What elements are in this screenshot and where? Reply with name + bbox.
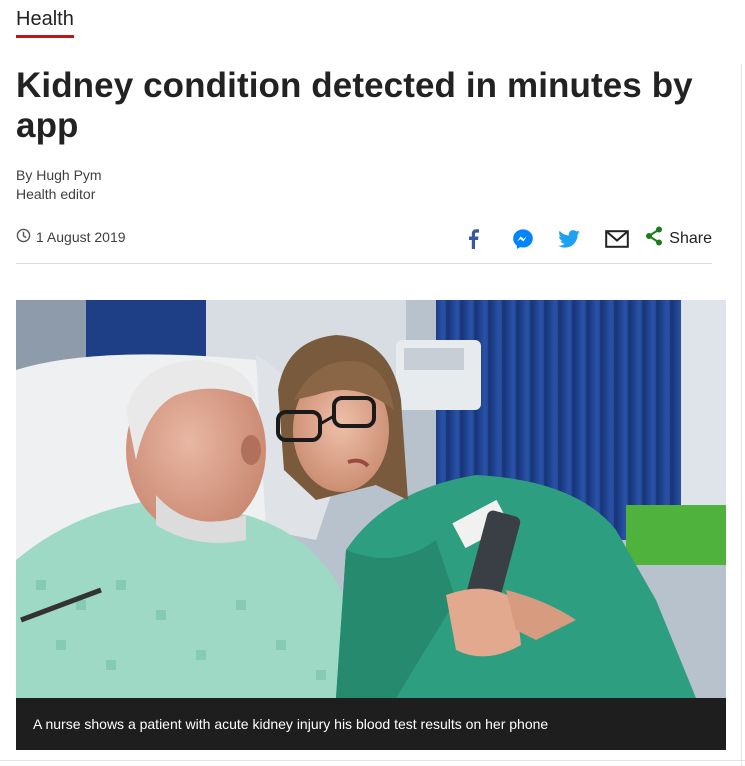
- page-edge-rule: [741, 64, 742, 766]
- clock-icon: [16, 228, 31, 246]
- meta-divider: [16, 263, 712, 264]
- share-tools: Share: [461, 226, 712, 251]
- byline-author: By Hugh Pym: [16, 167, 102, 183]
- email-icon[interactable]: [605, 228, 630, 250]
- section-link-health[interactable]: Health: [16, 8, 74, 38]
- article-figure: A nurse shows a patient with acute kidne…: [16, 300, 726, 750]
- page-bottom-rule: [0, 760, 745, 761]
- share-button[interactable]: Share: [645, 226, 712, 251]
- share-label: Share: [669, 229, 712, 247]
- twitter-icon[interactable]: [557, 228, 581, 250]
- publish-date: 1 August 2019: [16, 228, 126, 246]
- facebook-icon[interactable]: [461, 228, 485, 250]
- messenger-icon[interactable]: [511, 228, 535, 250]
- article-headline: Kidney condition detected in minutes by …: [16, 66, 693, 145]
- publish-date-text: 1 August 2019: [36, 229, 126, 245]
- article-image: [16, 300, 726, 698]
- byline-role: Health editor: [16, 186, 96, 202]
- image-caption: A nurse shows a patient with acute kidne…: [16, 698, 726, 750]
- section-header: Health: [16, 8, 74, 38]
- share-icon: [645, 226, 663, 251]
- byline: By Hugh Pym Health editor: [16, 166, 102, 204]
- article-meta: 1 August 2019 Share: [16, 226, 712, 251]
